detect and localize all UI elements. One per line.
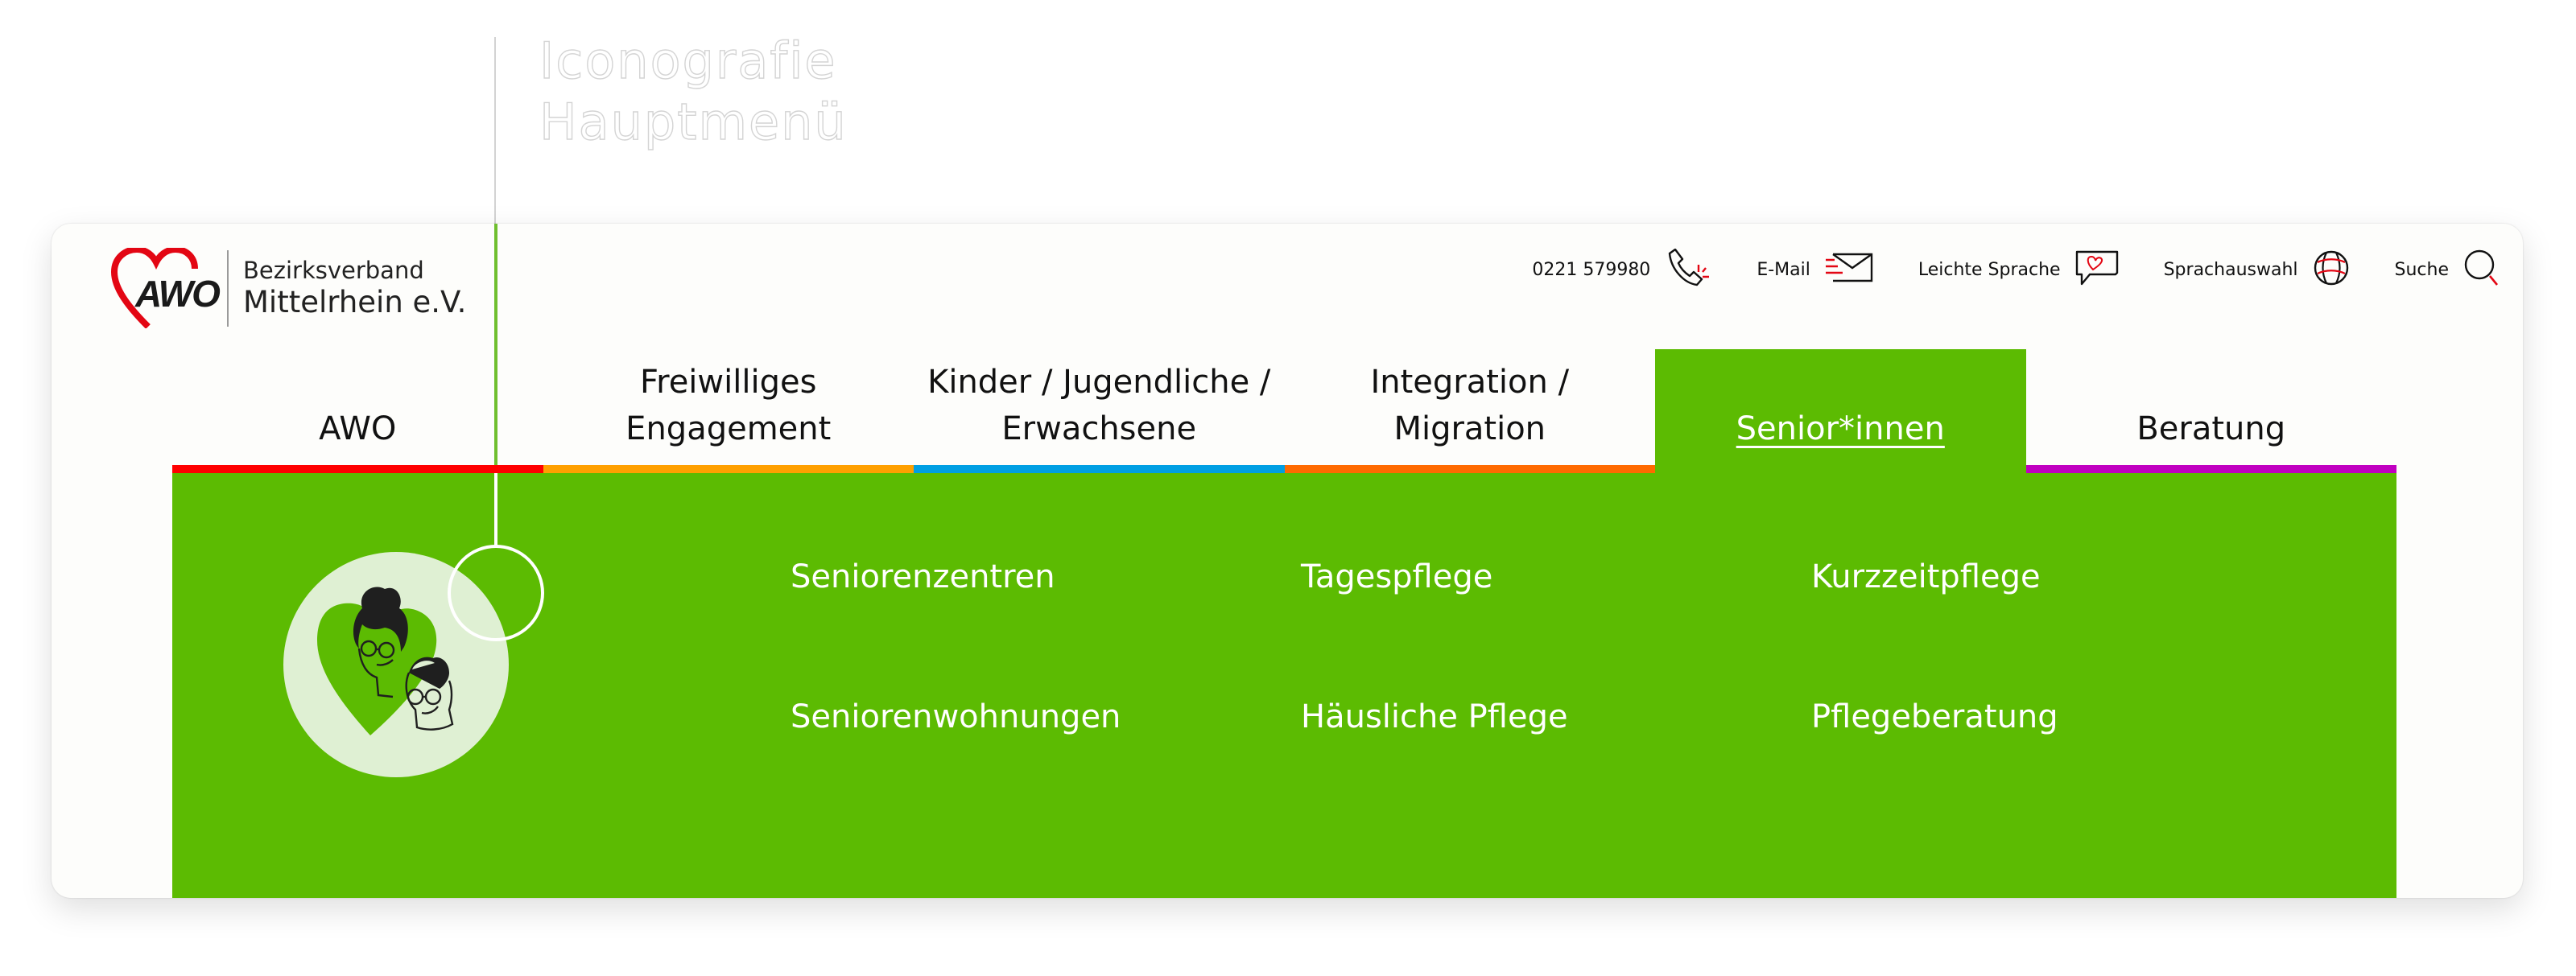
annotation-leader-line-white — [494, 473, 497, 546]
nav-item-kinder-jugendliche-erwachsene[interactable]: Kinder / Jugendliche / Erwachsene — [914, 349, 1285, 473]
easy-language-label: Leichte Sprache — [1918, 259, 2061, 280]
logo-mark-text: AWO — [135, 273, 221, 315]
phone-icon — [1665, 248, 1711, 291]
awo-heart-logo-icon: AWO — [111, 248, 221, 328]
subnav-link-tagespflege[interactable]: Tagespflege — [1301, 554, 1811, 694]
email-label: E-Mail — [1757, 259, 1810, 280]
utility-bar: 0221 579980 E-Mail Leichte Sprache Sprac… — [1532, 241, 2500, 298]
annotation-title-line1: Iconografie — [539, 31, 837, 90]
main-nav: AWO Freiwilliges Engagement Kinder / Jug… — [172, 349, 2396, 473]
site-header-card: AWO Bezirksverband Mittelrhein e.V. 0221… — [52, 224, 2523, 898]
subnav-link-kurzzeitpflege[interactable]: Kurzzeitpflege — [1811, 554, 2322, 694]
language-select-label: Sprachauswahl — [2163, 259, 2298, 280]
annotation-leader-line — [494, 37, 496, 224]
nav-item-color-bar — [1284, 465, 1655, 473]
logo-line2: Mittelrhein e.V. — [243, 285, 467, 319]
nav-item-beratung[interactable]: Beratung — [2025, 349, 2396, 473]
search-button[interactable]: Suche — [2395, 249, 2500, 291]
logo-text: Bezirksverband Mittelrhein e.V. — [243, 257, 467, 319]
search-icon — [2463, 249, 2500, 291]
nav-item-label: Kinder / Jugendliche / Erwachsene — [927, 364, 1271, 447]
subnav-links: Seniorenzentren Tagespflege Kurzzeitpfle… — [791, 554, 2322, 834]
annotation-leader-line-green — [494, 224, 497, 465]
nav-item-integration-migration[interactable]: Integration / Migration — [1284, 349, 1655, 473]
nav-item-awo[interactable]: AWO — [172, 349, 543, 473]
nav-item-seniorinnen[interactable]: Senior*innen — [1655, 349, 2026, 473]
mail-icon — [1825, 252, 1873, 288]
subnav-link-seniorenwohnungen[interactable]: Seniorenwohnungen — [791, 694, 1301, 834]
annotation-title: Iconografie Hauptmenü — [539, 31, 848, 153]
nav-item-freiwilliges-engagement[interactable]: Freiwilliges Engagement — [543, 349, 914, 473]
nav-item-label: AWO — [319, 410, 397, 447]
language-select-link[interactable]: Sprachauswahl — [2164, 249, 2350, 290]
nav-item-label: Beratung — [2136, 410, 2286, 447]
subnav-link-seniorenzentren[interactable]: Seniorenzentren — [791, 554, 1301, 694]
nav-item-color-bar — [2025, 465, 2396, 473]
mega-menu-panel: Seniorenzentren Tagespflege Kurzzeitpfle… — [172, 473, 2396, 898]
nav-item-label: Senior*innen — [1736, 410, 1945, 447]
nav-item-label: Freiwilliges Engagement — [625, 364, 832, 447]
logo-line1: Bezirksverband — [243, 257, 424, 284]
subnav-link-pflegeberatung[interactable]: Pflegeberatung — [1811, 694, 2322, 834]
subnav-link-haeusliche-pflege[interactable]: Häusliche Pflege — [1301, 694, 1811, 834]
logo[interactable]: AWO Bezirksverband Mittelrhein e.V. — [111, 248, 466, 328]
phone-link[interactable]: 0221 579980 — [1532, 248, 1711, 291]
annotation-title-line2: Hauptmenü — [539, 92, 848, 151]
annotation-marker-circle — [448, 545, 544, 641]
nav-item-label: Integration / Migration — [1370, 364, 1570, 447]
nav-item-color-bar — [914, 465, 1285, 473]
nav-item-color-bar — [543, 465, 914, 473]
nav-item-color-bar — [172, 465, 543, 473]
search-label: Suche — [2394, 259, 2449, 280]
phone-label: 0221 579980 — [1532, 259, 1651, 280]
email-link[interactable]: E-Mail — [1757, 252, 1873, 288]
easy-language-link[interactable]: Leichte Sprache — [1918, 249, 2119, 291]
speech-bubble-heart-icon — [2075, 249, 2119, 291]
logo-divider — [227, 249, 229, 327]
globe-icon — [2313, 249, 2350, 290]
